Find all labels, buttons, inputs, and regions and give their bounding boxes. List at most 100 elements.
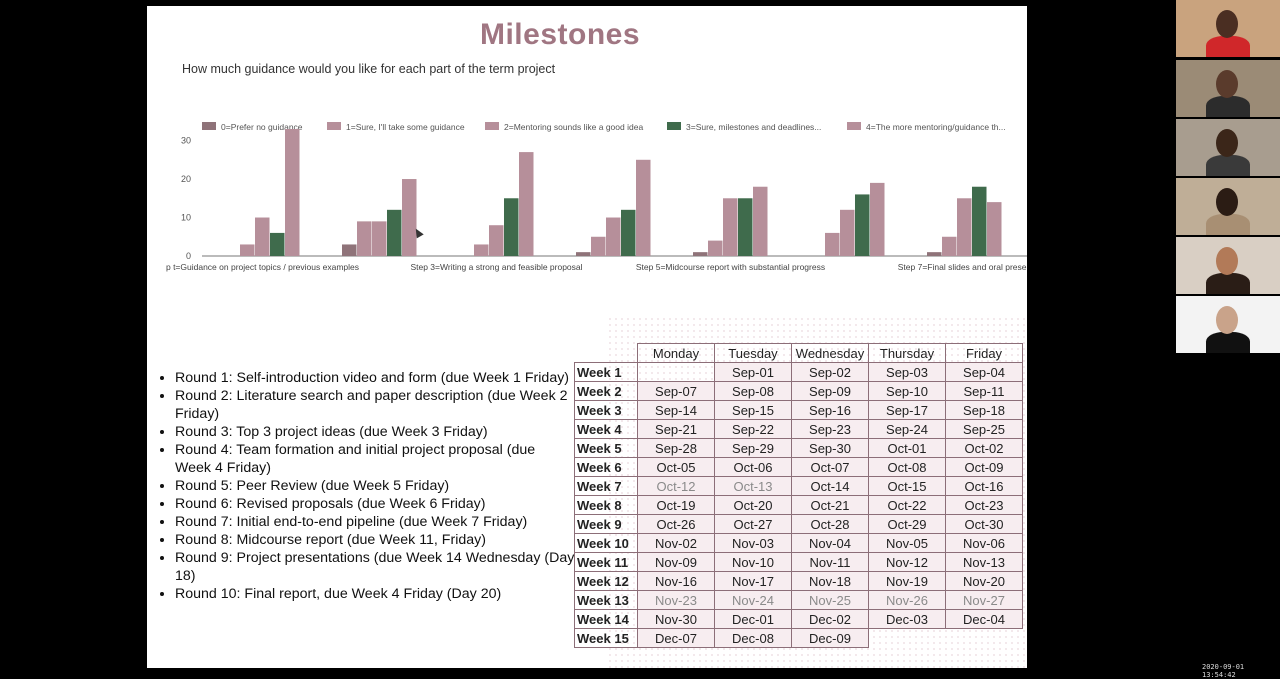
calendar-week-row: Week 1 Sep-01 Sep-02 Sep-03 Sep-04 [574,362,1023,382]
video-tile[interactable] [1176,119,1280,176]
video-tile[interactable] [1176,237,1280,294]
bar [972,186,987,256]
calendar-date-cell: Sep-22 [714,419,792,439]
legend-label: 3=Sure, milestones and deadlines... [686,122,821,132]
bar [708,240,723,256]
video-tile[interactable] [1176,178,1280,235]
calendar-date-cell: Nov-03 [714,533,792,553]
bar [987,202,1002,256]
calendar-date-cell: Sep-01 [714,362,792,382]
bar [342,244,357,256]
bar [489,225,504,256]
legend-swatch [327,122,341,130]
calendar-date-cell: Sep-03 [868,362,946,382]
calendar-date-cell: Oct-09 [945,457,1023,477]
participant-head [1216,70,1238,98]
video-tile[interactable] [1176,296,1280,353]
calendar-date-cell: Nov-09 [637,552,715,572]
calendar-date-cell: Sep-11 [945,381,1023,401]
week-label: Week 14 [574,609,638,629]
calendar-date-cell: Sep-10 [868,381,946,401]
calendar-date-cell: Dec-04 [945,609,1023,629]
legend-label: 2=Mentoring sounds like a good idea [504,122,643,132]
legend-swatch [847,122,861,130]
calendar-date-cell [869,629,946,648]
week-label: Week 15 [574,628,638,648]
bar [372,221,387,256]
calendar-date-cell: Nov-12 [868,552,946,572]
day-header: Wednesday [791,343,869,363]
calendar-date-cell: Sep-08 [714,381,792,401]
bar [753,186,768,256]
week-label: Week 10 [574,533,638,553]
week-label: Week 12 [574,571,638,591]
calendar-date-cell: Sep-29 [714,438,792,458]
calendar-date-cell: Oct-20 [714,495,792,515]
calendar-date-cell: Oct-21 [791,495,869,515]
calendar-date-cell: Sep-21 [637,419,715,439]
week-label: Week 4 [574,419,638,439]
calendar-week-row: Week 11 Nov-09 Nov-10 Nov-11 Nov-12 Nov-13 [574,552,1023,572]
calendar-week-row: Week 14 Nov-30 Dec-01 Dec-02 Dec-03 Dec-04 [574,609,1023,629]
calendar-date-cell: Nov-30 [637,609,715,629]
calendar-date-cell: Dec-08 [714,628,792,648]
week-label: Week 9 [574,514,638,534]
participant-head [1216,188,1238,216]
week-label: Week 3 [574,400,638,420]
participant-head [1216,10,1238,38]
calendar-date-cell: Sep-07 [637,381,715,401]
calendar-week-row: Week 4 Sep-21 Sep-22 Sep-23 Sep-24 Sep-25 [574,419,1023,439]
slide-title: Milestones [479,18,641,51]
guidance-bar-chart: 0=Prefer no guidance 1=Sure, I'll take so… [166,122,1027,272]
calendar-week-row: Week 15 Dec-07 Dec-08 Dec-09 [574,628,1023,648]
calendar-date-cell: Sep-18 [945,400,1023,420]
calendar-date-cell: Sep-14 [637,400,715,420]
calendar-date-cell: Oct-19 [637,495,715,515]
calendar-date-cell: Nov-27 [945,590,1023,610]
calendar-date-cell: Sep-15 [714,400,792,420]
participant-body [1206,36,1250,57]
recording-timestamp: 2020-09-01 13:54:42 [1202,663,1245,679]
calendar-date-cell: Nov-25 [791,590,869,610]
legend-label: 4=The more mentoring/guidance th... [866,122,1006,132]
legend-label: 1=Sure, I'll take some guidance [346,122,465,132]
calendar-week-row: Week 5 Sep-28 Sep-29 Sep-30 Oct-01 Oct-02 [574,438,1023,458]
participant-body [1206,155,1250,176]
calendar-date-cell: Oct-30 [945,514,1023,534]
y-tick-label: 20 [181,174,191,184]
bar [285,129,300,256]
calendar-body: Week 1 Sep-01 Sep-02 Sep-03 Sep-04 Week 2 Sep-… [574,362,1023,648]
calendar-date-cell: Oct-27 [714,514,792,534]
calendar-date-cell: Dec-01 [714,609,792,629]
calendar-date-cell: Nov-26 [868,590,946,610]
schedule-calendar: Monday Tuesday Wednesday Thursday Friday… [574,343,1023,648]
bar [927,252,942,256]
calendar-date-cell: Oct-26 [637,514,715,534]
calendar-date-cell: Nov-13 [945,552,1023,572]
bar [855,194,870,256]
participant-body [1206,332,1250,353]
calendar-date-cell: Nov-19 [868,571,946,591]
week-label: Week 1 [574,362,638,382]
legend-swatch [202,122,216,130]
bar [357,221,372,256]
day-header: Monday [637,343,715,363]
participant-body [1206,273,1250,294]
calendar-date-cell: Oct-02 [945,438,1023,458]
calendar-date-cell: Oct-22 [868,495,946,515]
calendar-week-row: Week 13 Nov-23 Nov-24 Nov-25 Nov-26 Nov-27 [574,590,1023,610]
bar [402,179,417,256]
participant-head [1216,306,1238,334]
calendar-date-cell: Oct-12 [637,476,715,496]
day-header: Thursday [868,343,946,363]
calendar-week-row: Week 6 Oct-05 Oct-06 Oct-07 Oct-08 Oct-09 [574,457,1023,477]
presentation-slide: Milestones How much guidance would you l… [147,6,1027,668]
calendar-date-cell: Nov-11 [791,552,869,572]
calendar-date-cell: Nov-18 [791,571,869,591]
week-label: Week 2 [574,381,638,401]
x-tick-label: p t=Guidance on project topics / previou… [166,262,359,272]
bar [870,182,885,256]
video-tile[interactable] [1176,60,1280,117]
video-tile[interactable] [1176,0,1280,57]
calendar-date-cell: Nov-17 [714,571,792,591]
